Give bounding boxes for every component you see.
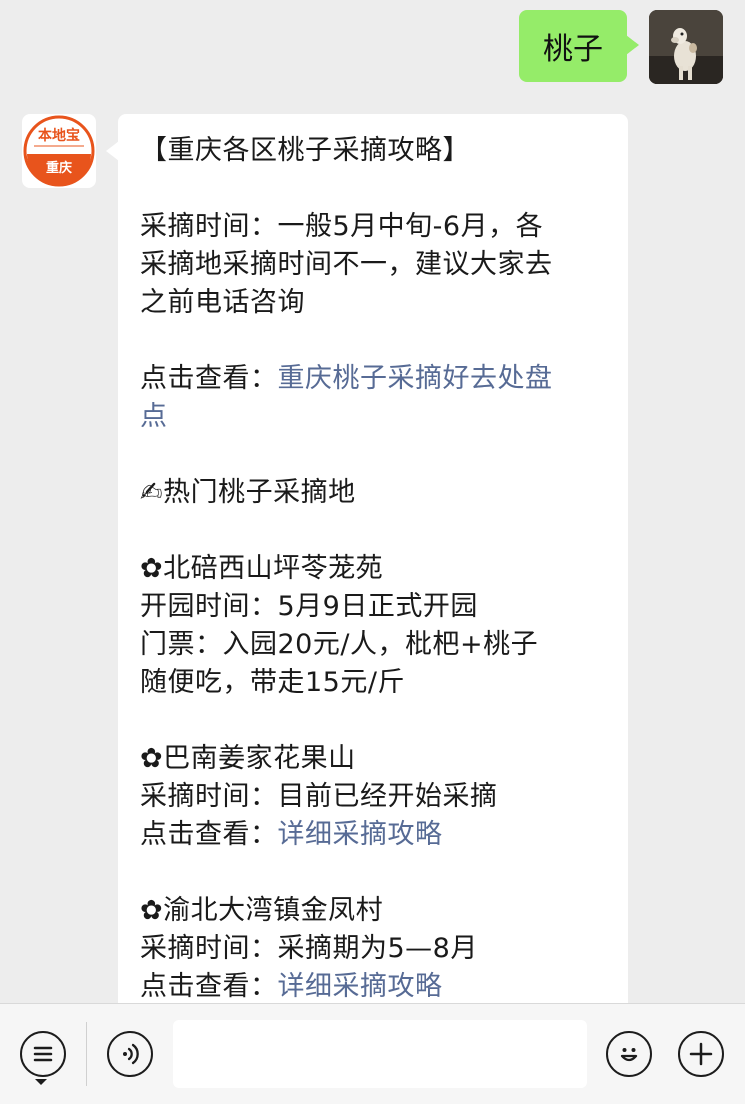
- logo-brand: 本地宝: [38, 127, 80, 144]
- message-text: ✿渝北大湾镇金凤村: [140, 895, 384, 926]
- message-text: 开园时间：5月9日正式开园: [140, 591, 478, 622]
- menu-caret-icon: [35, 1079, 47, 1085]
- message-input[interactable]: [173, 1020, 587, 1088]
- message-line: 随便吃，带走15元/斤: [140, 664, 606, 702]
- message-text: 之前电话咨询: [140, 287, 305, 318]
- user-avatar[interactable]: [649, 10, 723, 84]
- voice-icon: [123, 1043, 139, 1065]
- dog-photo-icon: [649, 10, 723, 84]
- message-line: ✿巴南姜家花果山: [140, 740, 606, 778]
- message-text: ✍热门桃子采摘地: [140, 477, 356, 508]
- message-text: 随便吃，带走15元/斤: [140, 667, 405, 698]
- plus-icon: [689, 1042, 713, 1066]
- message-text: 点击查看：: [140, 971, 278, 1002]
- logo-city: 重庆: [46, 160, 72, 176]
- emoji-icon: [620, 1048, 638, 1062]
- message-text: 【重庆各区桃子采摘攻略】: [140, 135, 470, 166]
- message-line: 门票：入园20元/人，枇杷+桃子: [140, 626, 606, 664]
- message-text: 采摘时间：一般5月中旬-6月，各: [140, 211, 544, 242]
- voice-button[interactable]: [107, 1031, 153, 1077]
- bendibao-avatar[interactable]: 本地宝 重庆: [22, 114, 96, 188]
- outgoing-message: 桃子: [519, 10, 723, 84]
- message-line: 采摘地采摘时间不一，建议大家去: [140, 246, 606, 284]
- message-text: ✿北碚西山坪苓茏苑: [140, 553, 384, 584]
- incoming-message: 本地宝 重庆 【重庆各区桃子采摘攻略】采摘时间：一般5月中旬-6月，各 采摘地采摘…: [22, 114, 628, 1003]
- bendibao-logo-icon: 本地宝 重庆: [23, 115, 95, 187]
- message-line: ✿北碚西山坪苓茏苑: [140, 550, 606, 588]
- message-line: 采摘时间：一般5月中旬-6月，各: [140, 208, 606, 246]
- chat-area: 桃子 本地宝 重庆 【重庆各区桃子采摘攻略】 采摘时间：一般5月中旬-6月，各 …: [0, 0, 745, 1003]
- plus-button[interactable]: [678, 1031, 724, 1077]
- message-line: 点击查看：详细采摘攻略: [140, 816, 606, 854]
- message-line: 点击查看：重庆桃子采摘好去处盘: [140, 360, 606, 398]
- message-line: 采摘时间：目前已经开始采摘: [140, 778, 606, 816]
- message-link[interactable]: 详细采摘攻略: [278, 971, 443, 1002]
- message-line: ✿渝北大湾镇金凤村: [140, 892, 606, 930]
- outgoing-bubble[interactable]: 桃子: [519, 10, 639, 82]
- outgoing-text: 桃子: [543, 32, 603, 67]
- menu-list-button[interactable]: [20, 1031, 66, 1077]
- message-line: 开园时间：5月9日正式开园: [140, 588, 606, 626]
- message-line: 点击查看：详细采摘攻略: [140, 968, 606, 1003]
- message-text: 门票：入园20元/人，枇杷+桃子: [140, 629, 539, 660]
- message-line: 点: [140, 398, 606, 436]
- emoji-button[interactable]: [606, 1031, 652, 1077]
- menu-list-icon: [33, 1046, 53, 1062]
- message-line: 【重庆各区桃子采摘攻略】: [140, 132, 606, 170]
- message-text: ✿巴南姜家花果山: [140, 743, 356, 774]
- incoming-bubble[interactable]: 【重庆各区桃子采摘攻略】采摘时间：一般5月中旬-6月，各 采摘地采摘时间不一，建议…: [106, 114, 628, 1003]
- message-text: 采摘地采摘时间不一，建议大家去: [140, 249, 553, 280]
- message-link[interactable]: 详细采摘攻略: [278, 819, 443, 850]
- message-text: 点击查看：: [140, 819, 278, 850]
- toolbar-divider: [86, 1022, 87, 1086]
- message-link[interactable]: 点: [140, 401, 168, 432]
- input-toolbar: [0, 1003, 745, 1104]
- message-text: 采摘时间：采摘期为5—8月: [140, 933, 478, 964]
- message-line: 采摘时间：采摘期为5—8月: [140, 930, 606, 968]
- message-link[interactable]: 重庆桃子采摘好去处盘: [278, 363, 553, 394]
- message-text: 点击查看：: [140, 363, 278, 394]
- message-text: 采摘时间：目前已经开始采摘: [140, 781, 498, 812]
- message-line: 之前电话咨询: [140, 284, 606, 322]
- message-line: ✍热门桃子采摘地: [140, 474, 606, 512]
